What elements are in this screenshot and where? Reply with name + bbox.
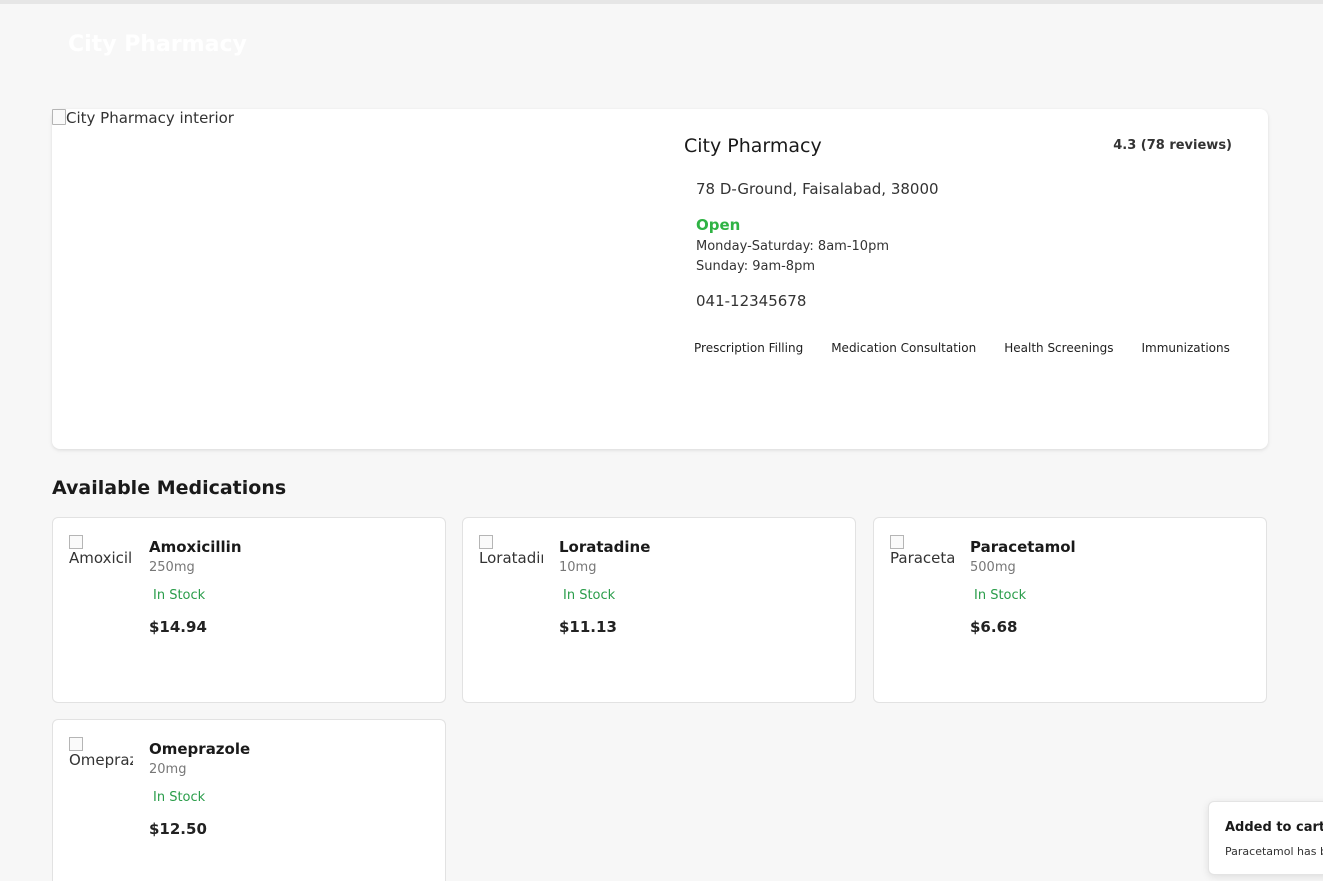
open-status: Open (696, 216, 741, 234)
medication-dose: 20mg (149, 762, 187, 777)
services-list: Prescription Filling Medication Consulta… (694, 341, 1230, 355)
stock-status: In Stock (153, 588, 206, 603)
medication-price: $12.50 (149, 820, 207, 838)
medication-card[interactable]: Amoxicill Amoxicillin 250mg In Stock $14… (52, 517, 446, 703)
service-tag-screenings: Health Screenings (1004, 341, 1114, 355)
hours-weekdays: Monday-Saturday: 8am-10pm (696, 239, 889, 254)
medication-image: Paracetar (890, 535, 954, 575)
medication-image: Amoxicill (69, 535, 133, 575)
site-title[interactable]: City Pharmacy (68, 32, 247, 57)
pharmacy-address: 78 D-Ground, Faisalabad, 38000 (696, 180, 939, 198)
pharmacy-phone[interactable]: 041-12345678 (696, 292, 806, 310)
toast-title: Added to cart (1225, 820, 1323, 835)
service-tag-consultation: Medication Consultation (831, 341, 977, 355)
pharmacy-image: City Pharmacy interior (52, 109, 662, 449)
broken-image-icon (890, 535, 904, 549)
medication-dose: 10mg (559, 560, 597, 575)
medication-price: $6.68 (970, 618, 1018, 636)
pharmacy-details-card: City Pharmacy interior City Pharmacy 4.3… (52, 109, 1268, 449)
stock-status: In Stock (974, 588, 1027, 603)
top-divider (0, 0, 1323, 4)
stock-status: In Stock (563, 588, 616, 603)
broken-image-icon (69, 737, 83, 751)
service-tag-immunizations: Immunizations (1141, 341, 1230, 355)
toast-message: Paracetamol has be (1225, 845, 1323, 858)
medication-card[interactable]: Paracetar Paracetamol 500mg In Stock $6.… (873, 517, 1267, 703)
medication-image: Loratadir (479, 535, 543, 575)
pharmacy-name: City Pharmacy (684, 135, 822, 157)
medications-heading: Available Medications (52, 477, 287, 499)
medication-card[interactable]: Omepraz Omeprazole 20mg In Stock $12.50 (52, 719, 446, 881)
added-to-cart-toast[interactable]: Added to cart Paracetamol has be (1208, 801, 1323, 875)
broken-image-icon (69, 535, 83, 549)
medication-name: Loratadine (559, 538, 651, 556)
medication-name: Amoxicillin (149, 538, 242, 556)
hours-sunday: Sunday: 9am-8pm (696, 259, 815, 274)
medication-image-alt: Paracetar (890, 549, 954, 567)
medication-image-alt: Amoxicill (69, 549, 133, 567)
pharmacy-image-alt: City Pharmacy interior (66, 109, 234, 127)
broken-image-icon (52, 109, 66, 125)
medication-dose: 500mg (970, 560, 1016, 575)
medication-name: Omeprazole (149, 740, 251, 758)
medication-image-alt: Loratadir (479, 549, 543, 567)
service-tag-prescription: Prescription Filling (694, 341, 804, 355)
medication-image-alt: Omepraz (69, 751, 133, 769)
medication-card[interactable]: Loratadir Loratadine 10mg In Stock $11.1… (462, 517, 856, 703)
medication-price: $11.13 (559, 618, 617, 636)
stock-status: In Stock (153, 790, 206, 805)
medication-image: Omepraz (69, 737, 133, 777)
broken-image-icon (479, 535, 493, 549)
pharmacy-rating: 4.3 (78 reviews) (1113, 138, 1232, 153)
medication-price: $14.94 (149, 618, 207, 636)
medication-dose: 250mg (149, 560, 195, 575)
medication-name: Paracetamol (970, 538, 1076, 556)
